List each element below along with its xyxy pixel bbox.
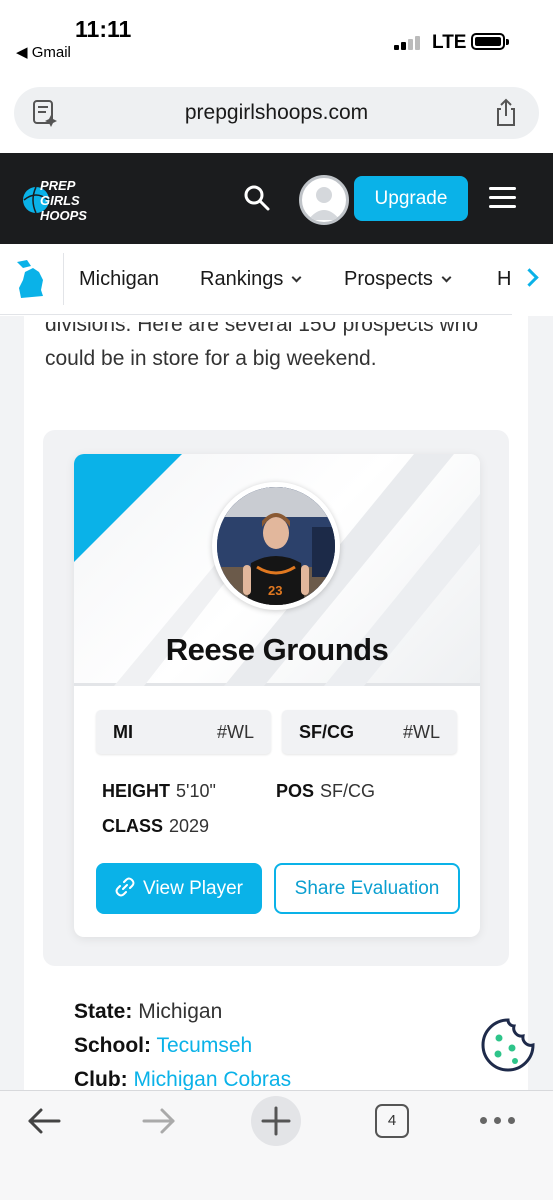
club-link[interactable]: Michigan Cobras: [134, 1068, 292, 1090]
view-player-button[interactable]: View Player: [96, 863, 262, 914]
position-stat: POS SF/CG: [276, 781, 376, 801]
search-icon[interactable]: [243, 184, 271, 212]
chevron-down-icon: [441, 272, 452, 283]
plus-icon: [261, 1106, 291, 1136]
player-state-line: State: Michigan: [74, 1000, 223, 1023]
clock: 11:11: [75, 16, 132, 42]
player-photo: 23: [212, 482, 340, 610]
url-text[interactable]: prepgirlshoops.com: [14, 101, 539, 125]
avatar-icon: [308, 187, 340, 220]
svg-text:GIRLS: GIRLS: [40, 193, 80, 208]
nav-item-truncated[interactable]: H: [497, 268, 511, 291]
status-bar: 11:11 ◀ Gmail LTE: [0, 0, 553, 72]
address-bar[interactable]: prepgirlshoops.com: [14, 87, 539, 139]
player-club-line: Club: Michigan Cobras: [74, 1068, 292, 1090]
back-arrow-icon[interactable]: [26, 1106, 62, 1136]
height-stat: HEIGHT 5'10": [102, 781, 216, 801]
upgrade-button[interactable]: Upgrade: [354, 176, 468, 221]
user-avatar-button[interactable]: [299, 175, 349, 225]
tag-label: SF/CG: [299, 722, 355, 742]
chevron-right-icon: [520, 268, 539, 287]
position-rank-tag: SF/CG #WL: [282, 710, 457, 754]
nav-item-prospects[interactable]: Prospects: [344, 268, 452, 291]
divider: [63, 253, 64, 305]
class-stat: CLASS 2029: [102, 816, 210, 836]
nav-item-michigan[interactable]: Michigan: [79, 268, 159, 291]
share-icon[interactable]: [493, 98, 519, 128]
tag-label: MI: [113, 722, 133, 742]
tab-switcher-button[interactable]: 4: [375, 1104, 409, 1138]
network-label: LTE: [432, 32, 467, 53]
site-header: PREP GIRLS HOOPS: [0, 153, 553, 244]
tag-value: #WL: [216, 722, 254, 742]
state-rank-tag: MI #WL: [96, 710, 271, 754]
link-icon: [115, 877, 135, 897]
tag-value: #WL: [402, 722, 440, 742]
back-to-gmail-link[interactable]: ◀ Gmail: [16, 43, 71, 61]
svg-text:23: 23: [268, 583, 282, 598]
school-link[interactable]: Tecumseh: [156, 1034, 252, 1057]
svg-text:PREP: PREP: [40, 178, 76, 193]
battery-icon: [471, 33, 509, 50]
chevron-down-icon: [291, 272, 302, 283]
card-hero: 23 Reese Grounds: [74, 454, 480, 686]
player-name[interactable]: Reese Grounds: [74, 632, 480, 668]
signal-icon: [394, 36, 424, 50]
svg-text:HOOPS: HOOPS: [40, 208, 87, 223]
new-tab-button[interactable]: [251, 1096, 301, 1146]
site-logo[interactable]: PREP GIRLS HOOPS: [22, 176, 108, 224]
share-evaluation-button[interactable]: Share Evaluation: [274, 863, 460, 914]
nav-item-rankings[interactable]: Rankings: [200, 268, 302, 291]
player-card: 23 Reese Grounds MI #WL SF/CG #WL HEIGHT…: [74, 454, 480, 937]
forward-arrow-icon[interactable]: [141, 1106, 177, 1136]
subnav-scroll-right-button[interactable]: [512, 244, 553, 315]
cookie-settings-icon[interactable]: [479, 1016, 537, 1074]
more-options-icon[interactable]: [480, 1117, 516, 1125]
hamburger-menu-icon[interactable]: [489, 187, 516, 209]
player-school-line: School: Tecumseh: [74, 1034, 253, 1057]
michigan-state-icon[interactable]: [13, 258, 49, 300]
